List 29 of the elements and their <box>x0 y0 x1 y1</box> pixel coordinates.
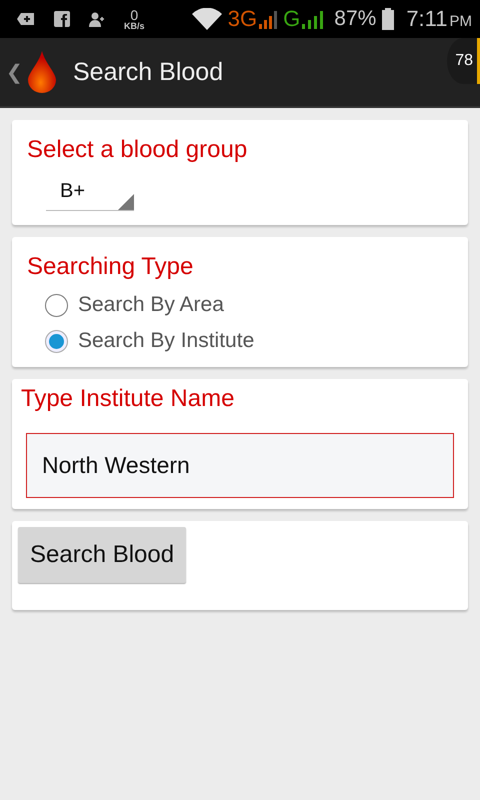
network-type: G <box>283 6 300 32</box>
battery-icon <box>382 8 394 30</box>
signal-icon <box>259 9 278 29</box>
search-button[interactable]: Search Blood <box>18 527 186 583</box>
battery-level: 87% <box>334 7 376 31</box>
count-badge: 78 <box>447 38 480 84</box>
radio-button[interactable] <box>45 330 68 352</box>
screen-title: Search Blood <box>73 58 224 86</box>
radio-label[interactable]: Search By Area <box>78 293 224 317</box>
facebook-icon <box>54 11 70 27</box>
blood-group-dropdown[interactable]: B+ <box>46 180 134 211</box>
radio-button[interactable] <box>45 294 68 316</box>
network-type: 3G <box>228 6 258 32</box>
plus-notification-icon <box>16 11 36 27</box>
input-field[interactable]: North Western <box>26 433 454 498</box>
blood-drop-icon <box>27 51 57 93</box>
radio-label[interactable]: Search By Institute <box>78 329 254 353</box>
data-rate-unit: KB/s <box>124 22 145 30</box>
signal-icon <box>302 9 324 29</box>
section-label: Select a blood group <box>27 136 248 164</box>
section-label: Type Institute Name <box>21 385 236 413</box>
wifi-icon <box>192 8 222 30</box>
back-button[interactable]: ❮ <box>6 60 23 84</box>
clock: 7:11 <box>406 6 448 32</box>
section-label: Searching Type <box>27 253 194 281</box>
clock-period: PM <box>450 13 472 30</box>
data-rate: 0 <box>130 8 138 22</box>
add-person-icon <box>88 11 106 27</box>
dropdown-corner-icon <box>118 194 134 210</box>
